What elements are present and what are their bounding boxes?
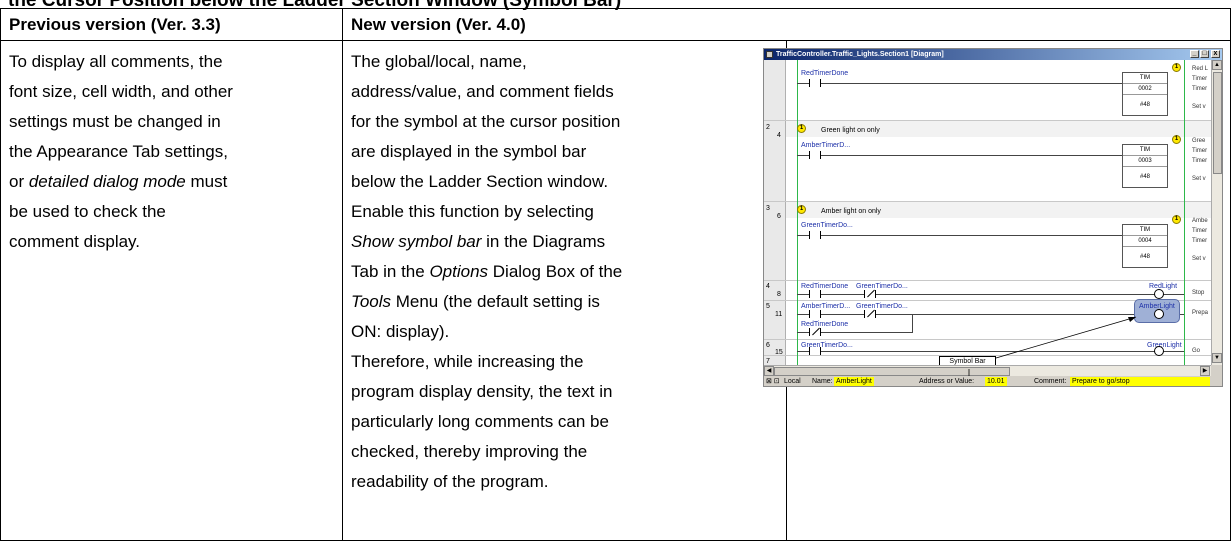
comment-label: Comment: [1034, 378, 1067, 385]
text-line: The global/local, name, [351, 52, 527, 71]
text-line: be used to check the [9, 202, 166, 221]
text-fragment: Dialog Box of the [488, 262, 623, 281]
text-line: Therefore, while increasing the [351, 352, 584, 371]
name-value: AmberLight [834, 377, 874, 386]
previous-version-cell: To display all comments, the font size, … [0, 40, 343, 541]
text-line: particularly long comments can be [351, 412, 609, 431]
ladder-section-window: TrafficController.Traffic_Lights.Section… [763, 48, 1223, 387]
text-line: settings must be changed in [9, 112, 221, 131]
text-line: To display all comments, the [9, 52, 223, 71]
text-line: address/value, and comment fields [351, 82, 614, 101]
symbol-bar: ⊠ ⊡ Local Name: AmberLight Address or Va… [764, 376, 1222, 386]
header-new-version: New version (Ver. 4.0) [342, 8, 1231, 41]
text-fragment: Tab in the [351, 262, 430, 281]
address-label: Address or Value: [919, 378, 975, 385]
text-line: Enable this function by selecting [351, 202, 594, 221]
header-previous-version: Previous version (Ver. 3.3) [0, 8, 343, 41]
emphasis-text: Show symbol bar [351, 232, 482, 251]
symbol-scope: Local [784, 378, 801, 385]
text-line: comment display. [9, 232, 141, 251]
text-line: ON: display). [351, 322, 450, 341]
address-value: 10.01 [985, 377, 1007, 386]
text-line: or detailed dialog mode must [9, 167, 334, 197]
text-fragment: in the Diagrams [481, 232, 606, 251]
text-line: below the Ladder Section window. [351, 172, 609, 191]
name-label: Name: [812, 378, 833, 385]
text-line: font size, cell width, and other [9, 82, 233, 101]
emphasis-text: Tools [351, 292, 392, 311]
text-line: readability of the program. [351, 472, 549, 491]
callout-pointer [966, 369, 972, 384]
text-line: are displayed in the symbol bar [351, 142, 587, 161]
emphasis-text: detailed dialog mode [28, 172, 186, 191]
text-fragment: Menu (the default setting is [391, 292, 600, 311]
symbol-bar-nav-icons[interactable]: ⊠ ⊡ [766, 376, 780, 386]
emphasis-text: Options [429, 262, 489, 281]
text-line: checked, thereby improving the [351, 442, 588, 461]
text-fragment: must [185, 172, 228, 191]
table-header-row: Previous version (Ver. 3.3) New version … [0, 8, 1231, 41]
text-line: program display density, the text in [351, 382, 613, 401]
text-line: Show symbol bar in the Diagrams [351, 227, 778, 257]
new-version-cell: The global/local, name, address/value, a… [342, 40, 787, 541]
text-line: the Appearance Tab settings, [9, 142, 228, 161]
text-line: Tools Menu (the default setting is [351, 287, 778, 317]
text-line: for the symbol at the cursor position [351, 112, 621, 131]
comment-value: Prepare to go/stop [1070, 377, 1210, 386]
text-fragment: or [9, 172, 29, 191]
text-line: Tab in the Options Dialog Box of the [351, 257, 778, 287]
